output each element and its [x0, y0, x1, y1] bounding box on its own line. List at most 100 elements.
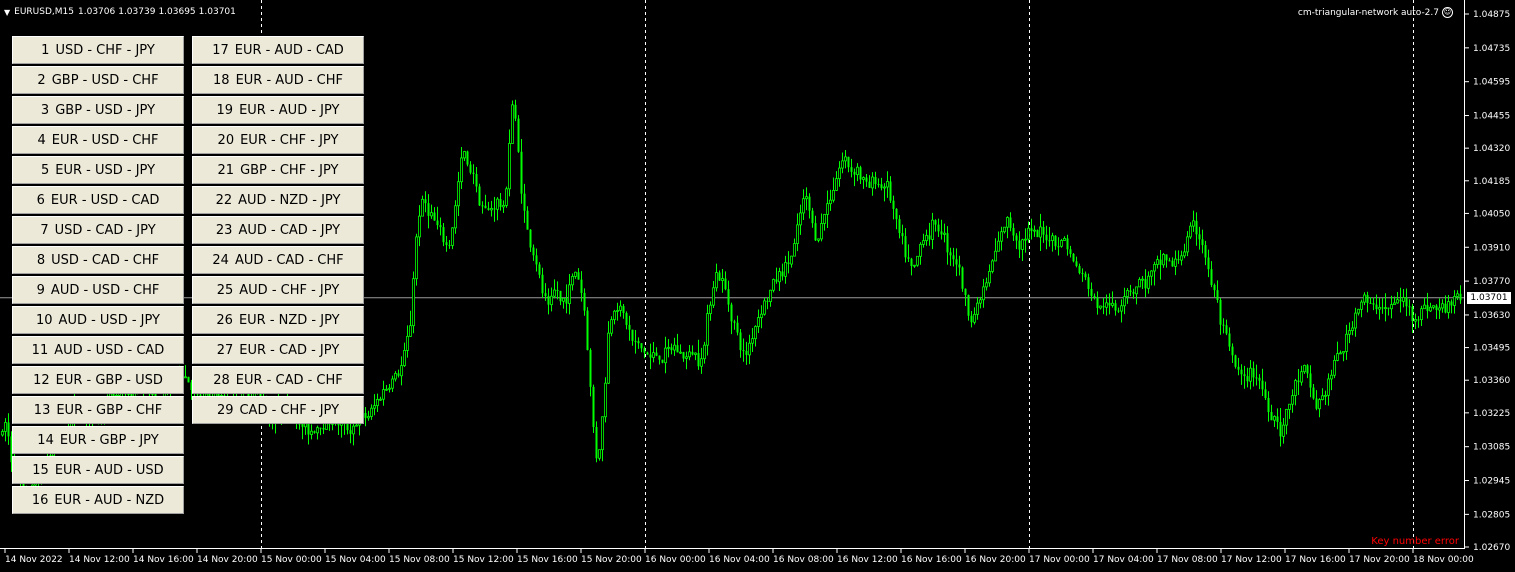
candle [1144, 269, 1147, 298]
triangle-button-2[interactable]: 2 GBP - USD - CHF [12, 66, 184, 94]
triangle-button-13[interactable]: 13 EUR - GBP - CHF [12, 396, 184, 424]
candle [406, 325, 409, 358]
candle [1237, 357, 1240, 376]
triangle-button-14[interactable]: 14 EUR - GBP - JPY [12, 426, 184, 454]
candle [697, 339, 700, 370]
candle [940, 219, 943, 240]
triangle-number: 1 [41, 42, 50, 58]
triangle-button-29[interactable]: 29 CAD - CHF - JPY [192, 396, 364, 424]
candle [736, 315, 739, 336]
candle [460, 147, 463, 189]
triangle-button-23[interactable]: 23 AUD - CAD - JPY [192, 216, 364, 244]
candle [1075, 256, 1078, 268]
triangle-number: 18 [213, 72, 230, 88]
triangle-button-28[interactable]: 28 EUR - CAD - CHF [192, 366, 364, 394]
triangle-button-15[interactable]: 15 EUR - AUD - USD [12, 456, 184, 484]
triangle-pair: EUR - CAD - CHF [235, 372, 343, 388]
time-tick-label: 15 Nov 20:00 [581, 555, 642, 565]
triangle-button-24[interactable]: 24 AUD - CAD - CHF [192, 246, 364, 274]
candle [1417, 316, 1420, 328]
candle [1228, 327, 1231, 351]
candle [1081, 268, 1084, 282]
candle [823, 213, 826, 231]
candle [805, 187, 808, 211]
candle [952, 247, 955, 267]
candle [1300, 365, 1303, 386]
candle [1339, 350, 1342, 355]
candle [1063, 236, 1066, 241]
candle [1288, 403, 1291, 419]
triangle-button-5[interactable]: 5 EUR - USD - JPY [12, 156, 184, 184]
triangle-number: 21 [217, 162, 235, 178]
candle [1012, 223, 1015, 242]
candle [412, 271, 415, 334]
candle [1117, 307, 1120, 313]
triangle-button-27[interactable]: 27 EUR - CAD - JPY [192, 336, 364, 364]
triangle-button-4[interactable]: 4 EUR - USD - CHF [12, 126, 184, 154]
candle [883, 183, 886, 202]
candle [574, 271, 577, 279]
triangle-button-17[interactable]: 17 EUR - AUD - CAD [192, 36, 364, 64]
triangle-button-7[interactable]: 7 USD - CAD - JPY [12, 216, 184, 244]
triangle-button-26[interactable]: 26 EUR - NZD - JPY [192, 306, 364, 334]
triangle-button-19[interactable]: 19 EUR - AUD - JPY [192, 96, 364, 124]
candle [919, 242, 922, 265]
candle [970, 310, 973, 328]
candle [400, 356, 403, 386]
candle [1024, 228, 1027, 253]
candle [949, 247, 952, 266]
candle [1159, 250, 1162, 280]
triangle-button-9[interactable]: 9 AUD - USD - CHF [12, 276, 184, 304]
candle [1279, 407, 1282, 447]
candle [430, 204, 433, 219]
candle [1192, 210, 1195, 232]
triangle-button-12[interactable]: 12 EUR - GBP - USD [12, 366, 184, 394]
triangle-button-20[interactable]: 20 EUR - CHF - JPY [192, 126, 364, 154]
candle [1048, 226, 1051, 247]
candle [1399, 287, 1402, 313]
candle [511, 100, 514, 144]
candle [1096, 291, 1099, 315]
candle [664, 336, 667, 374]
triangle-button-3[interactable]: 3 GBP - USD - JPY [12, 96, 184, 124]
candle [1216, 280, 1219, 303]
candle [814, 215, 817, 242]
candle [667, 339, 670, 358]
candle [853, 168, 856, 187]
triangle-number: 2 [37, 72, 46, 88]
price-tick-label: 1.04320 [1473, 144, 1510, 154]
candle [364, 406, 367, 427]
candle [1312, 384, 1315, 400]
triangle-button-6[interactable]: 6 EUR - USD - CAD [12, 186, 184, 214]
chart-menu-triangle-icon[interactable]: ▼ [4, 8, 10, 17]
candle [427, 194, 430, 229]
candle [391, 375, 394, 393]
candle [1222, 318, 1225, 334]
triangle-number: 4 [37, 132, 46, 148]
candle [1078, 263, 1081, 275]
candle [943, 223, 946, 243]
triangle-button-8[interactable]: 8 USD - CAD - CHF [12, 246, 184, 274]
candle [682, 351, 685, 362]
candle [1429, 302, 1432, 313]
triangle-button-11[interactable]: 11 AUD - USD - CAD [12, 336, 184, 364]
triangle-button-21[interactable]: 21 GBP - CHF - JPY [192, 156, 364, 184]
triangle-pair: GBP - USD - JPY [55, 102, 156, 118]
smiley-icon: ☺ [1442, 7, 1453, 18]
candle [619, 300, 622, 317]
candle [1084, 271, 1087, 281]
triangle-button-10[interactable]: 10 AUD - USD - JPY [12, 306, 184, 334]
candle [1189, 222, 1192, 239]
candle [1360, 299, 1363, 318]
candle [1069, 245, 1072, 258]
candle [433, 207, 436, 221]
triangle-button-25[interactable]: 25 AUD - CHF - JPY [192, 276, 364, 304]
triangle-button-16[interactable]: 16 EUR - AUD - NZD [12, 486, 184, 514]
triangle-button-22[interactable]: 22 AUD - NZD - JPY [192, 186, 364, 214]
candle [379, 396, 382, 401]
candle [760, 305, 763, 329]
triangle-button-18[interactable]: 18 EUR - AUD - CHF [192, 66, 364, 94]
candle [457, 171, 460, 217]
triangle-button-1[interactable]: 1 USD - CHF - JPY [12, 36, 184, 64]
candle [856, 163, 859, 182]
